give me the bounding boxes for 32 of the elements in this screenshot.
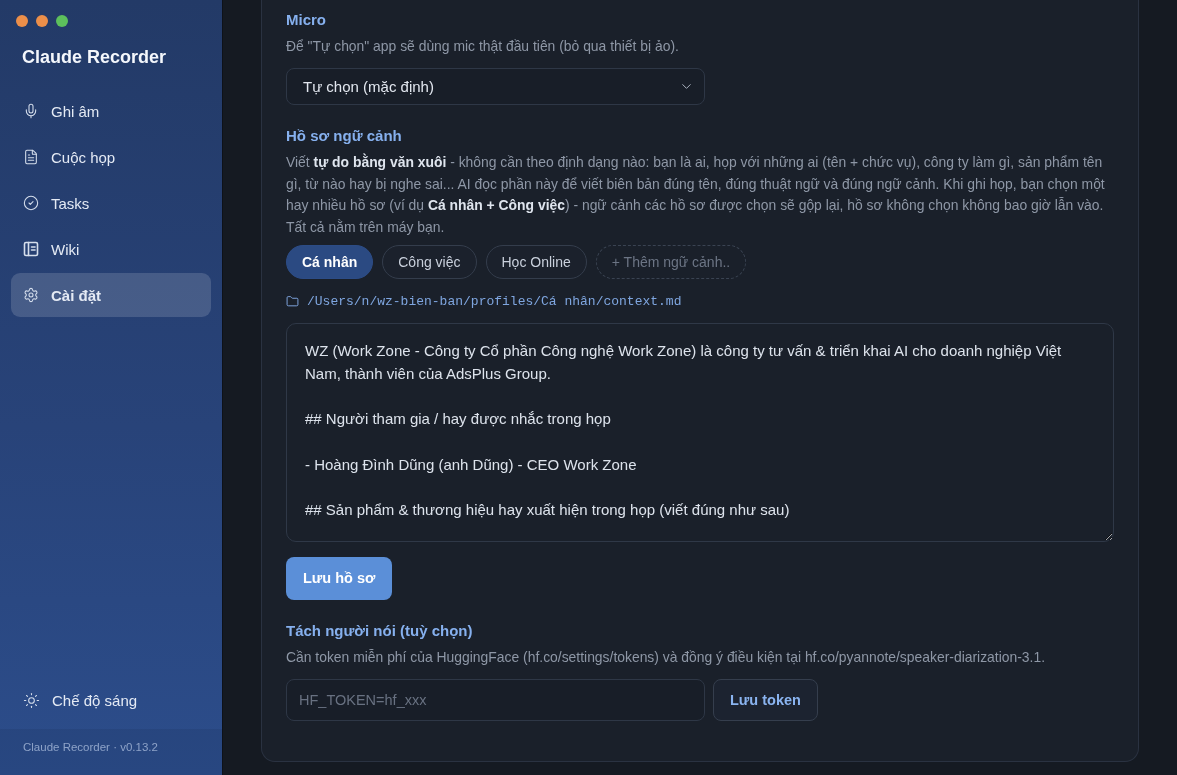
section-heading: Tách người nói (tuỳ chọn) (286, 621, 473, 641)
check-circle-icon (23, 195, 39, 211)
folder-icon (286, 295, 299, 309)
section-description: Cần token miễn phí của HuggingFace (hf.co/settings/tokens) và đồng ý điều kiện tại hf.co/pyannote/speaker-diarization-3.1. (286, 648, 1047, 667)
profile-chip[interactable]: Học Online (485, 245, 587, 279)
sidebar-item[interactable]: Cuộc họp (11, 135, 211, 179)
sidebar-item[interactable]: Ghi âm (11, 89, 211, 133)
notebook-icon (23, 241, 39, 257)
microphone-icon (23, 103, 39, 119)
section-heading: Micro (286, 10, 326, 30)
microphone-select[interactable]: Tự chọn (mặc định) (286, 67, 705, 105)
context-editor[interactable]: WZ (Work Zone - Công ty Cổ phần Công nghệ Work Zone) là công ty tư vấn & triển khai AI cho doanh nghiệp Việt Nam, thành viên của AdsPlus Group. ## Người tham gia / hay được nhắc trong họp - Hoàng Đình Dũng (anh Dũng) - CEO Work Zone ## Sản phẩm & thương hiệu hay xuất hiện trong họp (viết đúng như sau) (286, 323, 1114, 542)
window-close-icon[interactable] (16, 15, 28, 27)
save-token-button[interactable]: Lưu token (713, 678, 818, 721)
version-text: Claude Recorder · v0.13.2 (23, 741, 158, 753)
settings-icon (23, 287, 39, 303)
sidebar-item[interactable]: Cài đặt (11, 273, 211, 317)
section-heading: Hồ sơ ngữ cảnh (286, 125, 402, 146)
window-minimize-icon[interactable] (36, 15, 48, 27)
profile-chip[interactable]: Công việc (382, 245, 477, 279)
sidebar-item[interactable]: Wiki (11, 227, 211, 271)
document-icon (23, 149, 39, 165)
profile-chip[interactable]: Cá nhân (286, 245, 374, 279)
light-mode-toggle[interactable]: Chế độ sáng (11, 678, 211, 722)
section-description: Viết tự do bằng văn xuôi - không cần theo định dạng nào: bạn là ai, họp với những ai (tên + chức vụ), công ty làm gì, sản phẩm tên gì, từ nào hay bị nghe sai... AI đọc phần này để viết biên bản đúng tên, đúng thuật ngữ và đúng ngữ cảnh. Khi ghi họp, bạn chọn một hay nhiều hồ sơ (ví dụ Cá nhân + Công việc) - ngữ cảnh các hồ sơ được chọn sẽ gộp lại, hồ sơ không chọn không bao giờ lẫn vào. Tất cả nằm trên máy bạn. (286, 152, 1106, 238)
app-title: Claude Recorder (21, 46, 168, 69)
token-input[interactable]: HF_TOKEN=hf_xxx (286, 678, 705, 721)
sun-icon (23, 691, 40, 709)
file-path-text: /Users/n/wz-bien-ban/profiles/Cá nhân/context.md (307, 294, 682, 310)
section-description: Để "Tự chọn" app sẽ dùng mic thật đầu tiên (bỏ qua thiết bị ảo). (286, 37, 680, 56)
sidebar-item[interactable]: Tasks (11, 181, 211, 225)
window-maximize-icon[interactable] (56, 15, 68, 27)
